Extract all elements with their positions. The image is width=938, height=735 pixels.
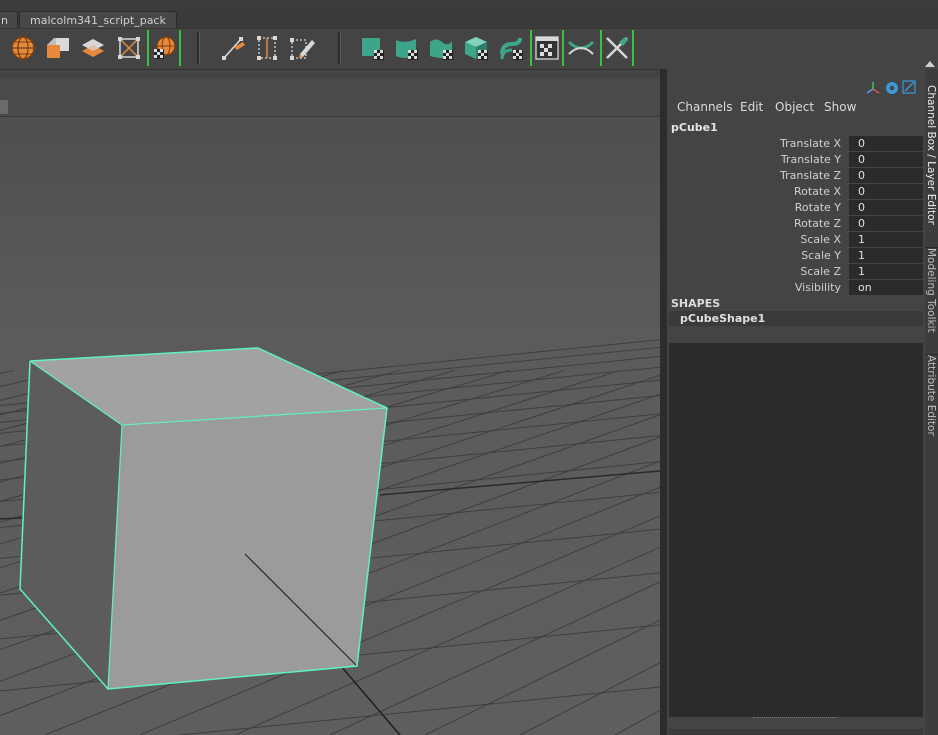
shelf-tool-12[interactable] [462, 32, 492, 64]
teal-cube-3d-icon [465, 37, 488, 60]
shelf-tool-8[interactable] [287, 32, 317, 64]
tab-label: Channel Box / Layer Editor [925, 85, 937, 225]
dotted-frame-icon [257, 36, 277, 60]
shelf-tool-1[interactable] [8, 32, 38, 64]
shape-node-name[interactable]: pCubeShape1 [680, 311, 765, 326]
channel-label[interactable]: Visibility [795, 280, 841, 295]
channel-label[interactable]: Rotate X [794, 184, 841, 199]
channel-value-field[interactable]: 0 [849, 216, 923, 231]
viewport-canvas[interactable] [0, 117, 660, 735]
shelf-tool-5[interactable] [149, 32, 179, 64]
object-name[interactable]: pCube1 [671, 121, 718, 134]
channel-value-field[interactable]: 0 [849, 152, 923, 167]
shelf-tab-bar: n malcolm341_script_pack [0, 10, 938, 30]
channel-row[interactable]: Scale X 1 [667, 232, 923, 247]
help-circle-icon[interactable] [886, 82, 898, 94]
shelf-tool-13[interactable] [497, 32, 527, 64]
shapes-section-header: SHAPES [671, 297, 721, 310]
channel-row[interactable]: Rotate X 0 [667, 184, 923, 199]
shelf-separator [197, 32, 200, 64]
panel-icon-group [866, 79, 925, 97]
channel-value-field[interactable]: 1 [849, 264, 923, 279]
channel-value-field[interactable]: 0 [849, 168, 923, 183]
shelf-tool-6[interactable] [218, 32, 248, 64]
shelf-tool-2[interactable] [43, 32, 73, 64]
channel-label[interactable]: Translate Z [780, 168, 841, 183]
channel-value-field[interactable]: 0 [849, 184, 923, 199]
cube-shade-icon [47, 38, 69, 58]
layer-editor-area[interactable] [669, 343, 923, 717]
shelf-tool-15[interactable] [566, 32, 596, 64]
sword-cross-icon [606, 37, 628, 59]
edge-knife-icon [222, 37, 245, 60]
viewport-panel-toolbar [0, 78, 660, 117]
channel-row[interactable]: Scale Z 1 [667, 264, 923, 279]
shelf-separator [338, 32, 341, 64]
channel-value-field[interactable]: 0 [849, 136, 923, 151]
expand-arrow-icon[interactable] [902, 80, 916, 94]
channel-label[interactable]: Translate X [780, 136, 841, 151]
shelf-tool-9[interactable] [358, 32, 388, 64]
cube-front-face [108, 408, 387, 689]
tab-attribute-editor[interactable]: Attribute Editor [925, 354, 938, 445]
menu-object[interactable]: Object [775, 100, 814, 114]
shelf-tool-4[interactable] [114, 32, 144, 64]
shape-node-row[interactable]: pCubeShape1 [669, 311, 923, 326]
channel-label[interactable]: Scale Z [800, 264, 841, 279]
channel-label[interactable]: Rotate Z [794, 216, 841, 231]
channel-label[interactable]: Translate Y [781, 152, 841, 167]
shelf-tool-3[interactable] [78, 32, 108, 64]
layered-planes-icon [82, 39, 104, 57]
pen-frame-icon [290, 38, 315, 60]
channel-value-field[interactable]: 1 [849, 232, 923, 247]
teal-wave-checker-icon [430, 39, 453, 60]
shelf-tab-previous[interactable]: n [0, 11, 18, 28]
shelf-tool-14[interactable] [532, 32, 562, 64]
tab-modeling-toolkit[interactable]: Modeling Toolkit [925, 247, 938, 340]
wire-sphere-icon [11, 36, 35, 60]
channel-row[interactable]: Translate Y 0 [667, 152, 923, 167]
channel-row[interactable]: Visibility on [667, 280, 923, 295]
side-tab-strip: Channel Box / Layer Editor Modeling Tool… [925, 69, 938, 735]
teal-cube-checker-icon [362, 38, 384, 60]
menu-channels[interactable]: Channels [677, 100, 733, 114]
tab-channel-box-layer-editor[interactable]: Channel Box / Layer Editor [925, 85, 938, 243]
pane-resize-handle[interactable] [753, 717, 837, 721]
channel-row[interactable]: Scale Y 1 [667, 248, 923, 263]
bounding-box-icon [118, 37, 140, 59]
channel-value-field[interactable]: 1 [849, 248, 923, 263]
channel-row[interactable]: Rotate Z 0 [667, 216, 923, 231]
channel-label[interactable]: Rotate Y [795, 200, 841, 215]
layer-editor-tabs[interactable] [669, 729, 923, 735]
channel-row[interactable]: Rotate Y 0 [667, 200, 923, 215]
menu-show[interactable]: Show [824, 100, 856, 114]
teal-curve-arrow-icon [500, 37, 523, 60]
channel-label[interactable]: Scale X [800, 232, 841, 247]
panel-splitter[interactable] [660, 69, 667, 735]
channel-row[interactable]: Translate Z 0 [667, 168, 923, 183]
channel-value-field[interactable]: on [849, 280, 923, 295]
channel-value-field[interactable]: 0 [849, 200, 923, 215]
shelf-tool-16[interactable] [602, 32, 632, 64]
shelf-tool-7[interactable] [252, 32, 282, 64]
shelf-tool-11[interactable] [427, 32, 457, 64]
grid-sphere-icon [154, 36, 176, 59]
teal-bevel-checker-icon [396, 39, 418, 60]
menu-edit[interactable]: Edit [740, 100, 763, 114]
shelf-tab-malcolm341-script-pack[interactable]: malcolm341_script_pack [19, 11, 177, 28]
shelf-tool-10[interactable] [392, 32, 422, 64]
cube-mesh-pcube1[interactable] [19, 347, 388, 690]
tab-label: Modeling Toolkit [925, 248, 937, 333]
channel-row[interactable]: Translate X 0 [667, 136, 923, 151]
teal-x-wave-icon [567, 40, 595, 55]
panel-menu-button[interactable] [0, 100, 8, 114]
channel-label[interactable]: Scale Y [801, 248, 841, 263]
scroll-up-icon[interactable] [925, 61, 935, 67]
channel-box-panel: Channels Edit Object Show pCube1 Transla… [667, 69, 925, 735]
tab-label: Attribute Editor [925, 355, 937, 436]
tool-shelf [0, 29, 938, 91]
checker-window-icon [535, 36, 559, 60]
axis-gizmo-icon[interactable] [866, 82, 880, 94]
3d-viewport[interactable] [0, 78, 660, 735]
